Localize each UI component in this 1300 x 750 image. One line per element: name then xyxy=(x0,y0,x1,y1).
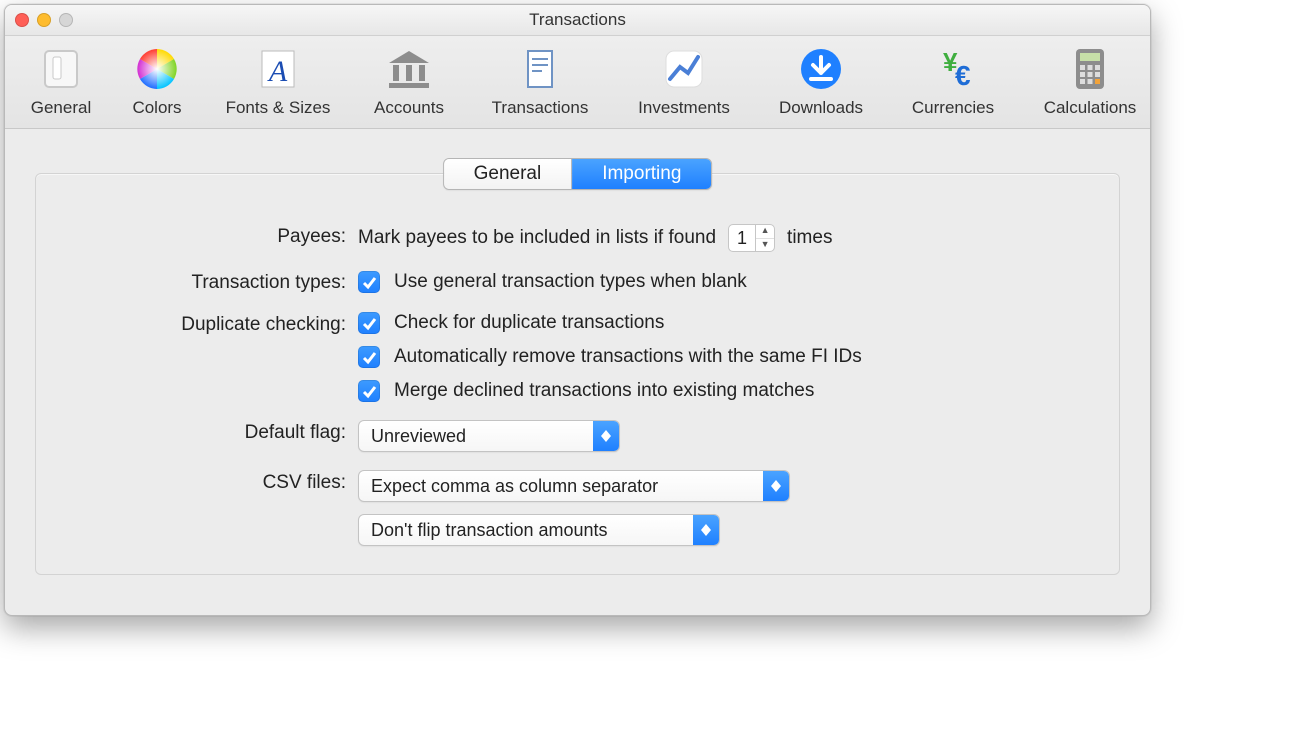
color-wheel-icon xyxy=(132,44,182,94)
default-flag-value: Unreviewed xyxy=(359,426,478,447)
preferences-window: Transactions General Colo xyxy=(4,4,1151,616)
stepper-arrows-icon[interactable]: ▲▼ xyxy=(755,225,774,251)
merge-declined-checkbox[interactable] xyxy=(358,380,380,402)
use-general-types-text: Use general transaction types when blank xyxy=(394,271,747,293)
select-arrows-icon xyxy=(763,471,789,501)
currency-icon: ¥€ xyxy=(928,44,978,94)
svg-text:€: € xyxy=(955,60,971,91)
tab-label: Calculations xyxy=(1044,98,1137,118)
duplicate-checking-label: Duplicate checking: xyxy=(76,312,346,336)
tab-label: Colors xyxy=(132,98,181,118)
tab-calculations[interactable]: Calculations xyxy=(1021,42,1151,120)
tab-label: Investments xyxy=(638,98,730,118)
tab-label: Transactions xyxy=(492,98,589,118)
tab-label: Accounts xyxy=(374,98,444,118)
payees-count-stepper[interactable]: 1 ▲▼ xyxy=(728,224,775,252)
check-duplicates-text: Check for duplicate transactions xyxy=(394,312,664,334)
tab-currencies[interactable]: ¥€ Currencies xyxy=(889,42,1017,120)
calculator-icon xyxy=(1065,44,1115,94)
tab-fonts-sizes[interactable]: A Fonts & Sizes xyxy=(207,42,349,120)
minimize-window-button[interactable] xyxy=(37,13,51,27)
payees-count-value: 1 xyxy=(729,228,755,249)
zoom-window-button[interactable] xyxy=(59,13,73,27)
tab-downloads[interactable]: Downloads xyxy=(757,42,885,120)
csv-separator-select[interactable]: Expect comma as column separator xyxy=(358,470,790,502)
transaction-types-label: Transaction types: xyxy=(76,270,346,294)
close-window-button[interactable] xyxy=(15,13,29,27)
use-general-types-checkbox[interactable] xyxy=(358,271,380,293)
csv-separator-value: Expect comma as column separator xyxy=(359,476,670,497)
select-arrows-icon xyxy=(693,515,719,545)
switch-icon xyxy=(36,44,86,94)
auto-remove-fi-text: Automatically remove transactions with t… xyxy=(394,346,862,368)
auto-remove-fi-checkbox[interactable] xyxy=(358,346,380,368)
default-flag-select[interactable]: Unreviewed xyxy=(358,420,620,452)
subtab-general[interactable]: General xyxy=(444,159,573,189)
subtab-importing[interactable]: Importing xyxy=(572,159,711,189)
tab-label: Downloads xyxy=(779,98,863,118)
payees-suffix-text: times xyxy=(787,227,832,249)
check-duplicates-checkbox[interactable] xyxy=(358,312,380,334)
merge-declined-text: Merge declined transactions into existin… xyxy=(394,380,814,402)
default-flag-label: Default flag: xyxy=(76,420,346,444)
window-title: Transactions xyxy=(529,10,626,29)
receipt-icon xyxy=(515,44,565,94)
chart-icon xyxy=(659,44,709,94)
tab-colors[interactable]: Colors xyxy=(111,42,203,120)
svg-text:A: A xyxy=(267,55,288,88)
window-controls xyxy=(15,13,73,27)
payees-prefix-text: Mark payees to be included in lists if f… xyxy=(358,227,716,249)
importing-panel: General Importing Payees: Mark payees to… xyxy=(35,173,1120,575)
select-arrows-icon xyxy=(593,421,619,451)
bank-icon xyxy=(384,44,434,94)
tab-label: Fonts & Sizes xyxy=(226,98,331,118)
csv-flip-select[interactable]: Don't flip transaction amounts xyxy=(358,514,720,546)
tab-label: Currencies xyxy=(912,98,994,118)
tab-general[interactable]: General xyxy=(15,42,107,120)
csv-flip-value: Don't flip transaction amounts xyxy=(359,520,620,541)
download-icon xyxy=(796,44,846,94)
tab-label: General xyxy=(31,98,91,118)
tab-accounts[interactable]: Accounts xyxy=(353,42,465,120)
csv-files-label: CSV files: xyxy=(76,470,346,494)
tab-investments[interactable]: Investments xyxy=(615,42,753,120)
payees-label: Payees: xyxy=(76,224,346,248)
font-icon: A xyxy=(253,44,303,94)
preferences-toolbar: General Colors A Fonts & Siz xyxy=(5,36,1150,129)
subtab-segmented-control: General Importing xyxy=(443,158,713,190)
titlebar: Transactions xyxy=(5,5,1150,36)
tab-transactions[interactable]: Transactions xyxy=(469,42,611,120)
